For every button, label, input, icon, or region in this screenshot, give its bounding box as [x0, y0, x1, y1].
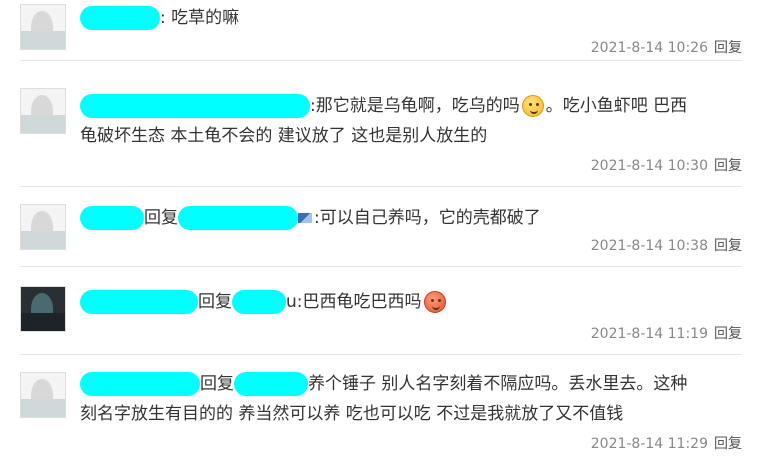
avatar[interactable]	[20, 88, 66, 134]
badge-icon	[298, 213, 312, 223]
comment-text: :那它就是乌龟啊，吃乌的吗 。吃小鱼虾吧 巴西	[80, 92, 740, 120]
timestamp: 2021-8-14 10:26	[590, 40, 708, 56]
comment-text-line: 刻名字放生有目的的 养当然可以养 吃也可以吃 不过是我就放了又不值钱	[80, 404, 624, 424]
comment-meta: 2021-8-14 10:26 回复	[591, 38, 742, 58]
reply-link[interactable]: 回复	[714, 40, 742, 56]
redacted-username[interactable]	[80, 290, 198, 314]
timestamp: 2021-8-14 11:29	[590, 436, 708, 452]
comment-meta: 2021-8-14 11:19 回复	[591, 324, 742, 344]
redacted-username[interactable]	[232, 290, 286, 314]
timestamp: 2021-8-14 11:19	[590, 326, 708, 342]
comment-text-line: 。吃小鱼虾吧 巴西	[545, 96, 688, 116]
comment-meta: 2021-8-14 10:38 回复	[591, 236, 742, 256]
comment-text-line: : 吃草的嘛	[160, 8, 240, 28]
reply-word: 回复	[198, 292, 232, 312]
avatar[interactable]	[20, 204, 66, 250]
comment-text: : 吃草的嘛	[80, 4, 740, 32]
comment-item-2: :那它就是乌龟啊，吃乌的吗 。吃小鱼虾吧 巴西 龟破坏生态 本土龟不会的 建议放了…	[20, 80, 742, 187]
redacted-username[interactable]	[80, 206, 144, 230]
reply-link[interactable]: 回复	[714, 326, 742, 342]
comment-text-tail: u	[286, 292, 297, 312]
comment-meta: 2021-8-14 11:29 回复	[591, 434, 742, 454]
emoji-face-icon	[521, 95, 544, 117]
comment-text: 回复 :可以自己养吗，它的壳都破了	[80, 204, 740, 232]
comment-item-5: 回复 养个锤子 别人名字刻着不隔应吗。丢水里去。这种 刻名字放生有目的的 养当然可…	[20, 366, 742, 465]
comment-text: 刻名字放生有目的的 养当然可以养 吃也可以吃 不过是我就放了又不值钱	[80, 400, 740, 428]
comment-item-1: : 吃草的嘛 2021-8-14 10:26 回复	[20, 0, 742, 61]
timestamp: 2021-8-14 10:30	[590, 158, 708, 174]
redacted-username[interactable]	[80, 6, 160, 30]
reply-link[interactable]: 回复	[714, 158, 742, 174]
emoji-angry-icon	[423, 291, 446, 313]
reply-link[interactable]: 回复	[714, 238, 742, 254]
redacted-username[interactable]	[80, 372, 200, 396]
comment-text-line: 龟破坏生态 本土龟不会的 建议放了 这也是别人放生的	[80, 126, 488, 146]
redacted-username[interactable]	[80, 94, 310, 118]
redacted-username[interactable]	[178, 206, 298, 230]
comment-text: 回复 u:巴西龟吃巴西吗	[80, 288, 740, 316]
comment-item-3: 回复 :可以自己养吗，它的壳都破了 2021-8-14 10:38 回复	[20, 200, 742, 267]
reply-word: 回复	[200, 374, 234, 394]
reply-link[interactable]: 回复	[714, 436, 742, 452]
comment-meta: 2021-8-14 10:30 回复	[591, 156, 742, 176]
avatar[interactable]	[20, 372, 66, 418]
redacted-username[interactable]	[234, 372, 308, 396]
comment-text-line: :可以自己养吗，它的壳都破了	[314, 208, 541, 228]
comment-text-line: 养个锤子 别人名字刻着不隔应吗。丢水里去。这种	[308, 374, 688, 394]
avatar[interactable]	[20, 4, 66, 50]
comment-text-line: :那它就是乌龟啊，吃乌的吗	[310, 96, 520, 116]
comment-text-line: :巴西龟吃巴西吗	[296, 292, 422, 312]
comment-item-4: 回复 u:巴西龟吃巴西吗 2021-8-14 11:19 回复	[20, 280, 742, 355]
comment-text: 回复 养个锤子 别人名字刻着不隔应吗。丢水里去。这种	[80, 370, 740, 398]
timestamp: 2021-8-14 10:38	[590, 238, 708, 254]
avatar[interactable]	[20, 286, 66, 332]
reply-word: 回复	[144, 208, 178, 228]
comment-text: 龟破坏生态 本土龟不会的 建议放了 这也是别人放生的	[80, 122, 740, 150]
